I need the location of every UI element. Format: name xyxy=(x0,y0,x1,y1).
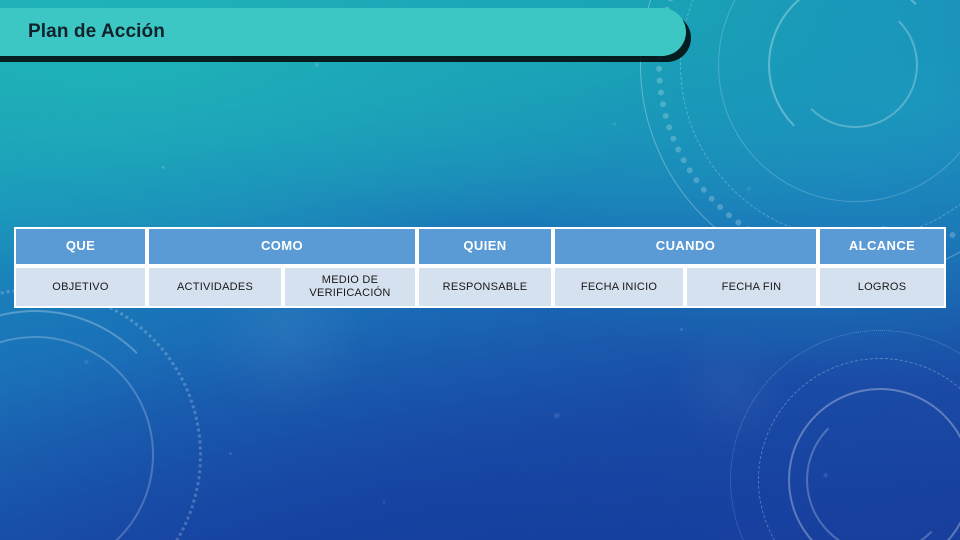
table-subheader-cell-fecha-fin: FECHA FIN xyxy=(685,266,819,308)
plan-de-accion-table: QUE COMO QUIEN CUANDO ALCANCE OBJETIVO A… xyxy=(14,227,947,308)
table-subheader-cell-fecha-inicio: FECHA INICIO xyxy=(553,266,686,308)
page-title: Plan de Acción xyxy=(28,21,165,42)
table-header-cell-quien: QUIEN xyxy=(417,227,554,266)
table-subheader-cell-logros: LOGROS xyxy=(818,266,947,308)
table-header-cell-como: COMO xyxy=(147,227,418,266)
table-header-cell-que: QUE xyxy=(14,227,147,266)
table-header-cell-cuando: CUANDO xyxy=(553,227,819,266)
table-header-row: QUE COMO QUIEN CUANDO ALCANCE xyxy=(14,227,947,266)
table-subheader-cell-objetivo: OBJETIVO xyxy=(14,266,147,308)
slide-title-bar: Plan de Acción xyxy=(0,8,686,56)
table-subheader-cell-actividades: ACTIVIDADES xyxy=(147,266,283,308)
concentric-rings-icon xyxy=(730,330,960,540)
table-subheader-row: OBJETIVO ACTIVIDADES MEDIO DE VERIFICACI… xyxy=(14,266,947,308)
table-subheader-cell-responsable: RESPONSABLE xyxy=(417,266,554,308)
concentric-rings-icon xyxy=(0,288,202,540)
table-subheader-cell-medio-de-verificacion: MEDIO DE VERIFICACIÓN xyxy=(283,266,418,308)
table-header-cell-alcance: ALCANCE xyxy=(818,227,947,266)
